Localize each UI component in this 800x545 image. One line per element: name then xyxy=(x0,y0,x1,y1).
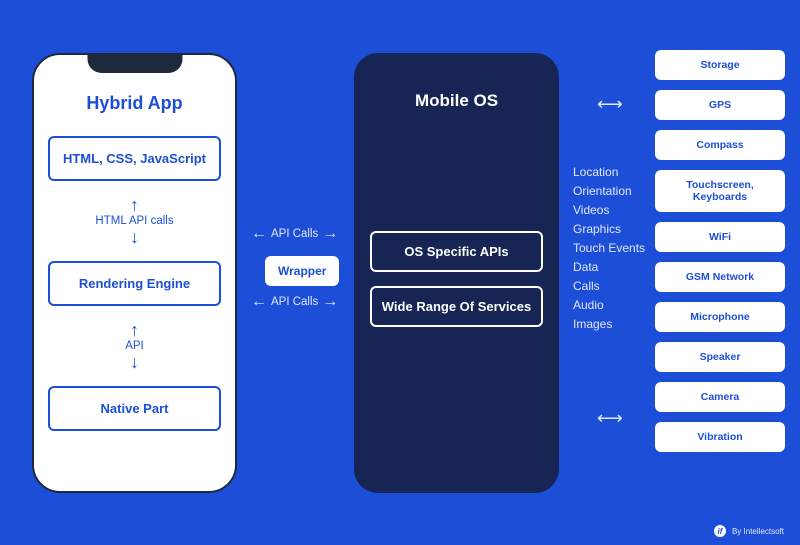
mobile-os-title: Mobile OS xyxy=(415,91,498,111)
connector-to-wrapper: ← API Calls → xyxy=(251,226,338,242)
feature-item: Calls xyxy=(573,279,645,293)
service-item: GPS xyxy=(655,90,785,120)
hybrid-title: Hybrid App xyxy=(86,93,182,114)
hybrid-connector-1-label: HTML API calls xyxy=(95,215,173,227)
feature-item: Graphics xyxy=(573,222,645,236)
service-item: Vibration xyxy=(655,422,785,452)
service-item: Storage xyxy=(655,50,785,80)
service-item: GSM Network xyxy=(655,262,785,292)
connector-to-wrapper-label: API Calls xyxy=(271,228,318,240)
double-arrow-icon: ⟷ xyxy=(597,408,623,429)
feature-item: Touch Events xyxy=(573,241,645,255)
feature-item: Orientation xyxy=(573,184,645,198)
service-item: Compass xyxy=(655,130,785,160)
hybrid-app-phone: Hybrid App HTML, CSS, JavaScript ↑ HTML … xyxy=(32,53,237,493)
double-arrow-icon: ⟷ xyxy=(597,94,623,115)
hybrid-box-native: Native Part xyxy=(48,386,221,431)
connector-from-wrapper-label: API Calls xyxy=(271,296,318,308)
diagram-stage: Hybrid App HTML, CSS, JavaScript ↑ HTML … xyxy=(0,0,800,545)
wrapper-chip: Wrapper xyxy=(265,256,339,286)
service-item: Camera xyxy=(655,382,785,412)
arrow-right-icon: → xyxy=(322,294,338,310)
feature-item: Location xyxy=(573,165,645,179)
arrow-up-icon: ↑ xyxy=(130,323,139,337)
feature-item: Videos xyxy=(573,203,645,217)
connector-from-wrapper: ← API Calls → xyxy=(251,294,338,310)
service-item: Speaker xyxy=(655,342,785,372)
hybrid-connector-1: ↑ HTML API calls ↓ xyxy=(95,181,173,261)
feature-item: Images xyxy=(573,317,645,331)
phone-notch-icon xyxy=(87,53,182,73)
feature-item: Data xyxy=(573,260,645,274)
service-item: WiFi xyxy=(655,222,785,252)
arrow-left-icon: ← xyxy=(251,226,267,242)
arrow-up-icon: ↑ xyxy=(130,198,139,212)
service-item: Touchscreen, Keyboards xyxy=(655,170,785,212)
arrow-down-icon: ↓ xyxy=(130,355,139,369)
arrow-right-icon: → xyxy=(322,226,338,242)
credit: if By Intellectsoft xyxy=(714,525,784,537)
arrow-down-icon: ↓ xyxy=(130,230,139,244)
os-services-box: Wide Range Of Services xyxy=(370,286,543,327)
brand-logo-icon: if xyxy=(714,525,726,537)
os-apis-box: OS Specific APIs xyxy=(370,231,543,272)
hybrid-box-tech: HTML, CSS, JavaScript xyxy=(48,136,221,181)
service-item: Microphone xyxy=(655,302,785,332)
credit-text: By Intellectsoft xyxy=(732,527,784,536)
mobile-os-box: Mobile OS OS Specific APIs Wide Range Of… xyxy=(354,53,559,493)
feature-item: Audio xyxy=(573,298,645,312)
features-list: Location Orientation Videos Graphics Tou… xyxy=(573,165,645,331)
hybrid-connector-2: ↑ API ↓ xyxy=(125,306,144,386)
services-list: Storage GPS Compass Touchscreen, Keyboar… xyxy=(655,50,785,452)
hybrid-box-render: Rendering Engine xyxy=(48,261,221,306)
arrow-left-icon: ← xyxy=(251,294,267,310)
hybrid-connector-2-label: API xyxy=(125,340,144,352)
